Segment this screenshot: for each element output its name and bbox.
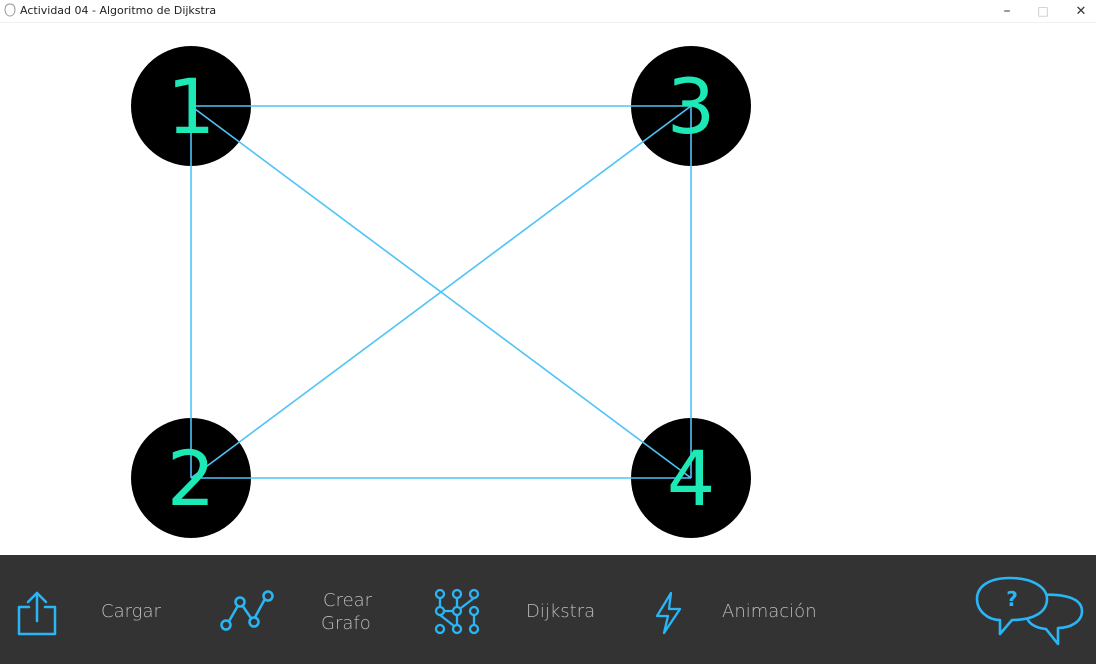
upload-icon bbox=[17, 591, 57, 636]
minimize-button[interactable]: – bbox=[990, 0, 1024, 22]
crear-grafo-button[interactable]: Crear Grafo bbox=[205, 555, 395, 664]
node-label-4: 4 bbox=[667, 434, 715, 523]
node-label-1: 1 bbox=[167, 62, 215, 151]
dijkstra-label: Dijkstra bbox=[526, 601, 596, 622]
cargar-button[interactable]: Cargar bbox=[0, 555, 180, 664]
crear-grafo-label-line2: Grafo bbox=[321, 613, 371, 634]
graph-path-icon bbox=[220, 590, 274, 631]
animacion-button[interactable]: Animación bbox=[640, 555, 840, 664]
close-button[interactable]: ✕ bbox=[1064, 0, 1096, 22]
app-icon bbox=[4, 3, 16, 17]
graph-canvas[interactable]: 1 3 2 4 bbox=[0, 23, 1096, 555]
node-label-2: 2 bbox=[167, 434, 215, 523]
cargar-label: Cargar bbox=[101, 601, 161, 622]
window-title: Actividad 04 - Algoritmo de Dijkstra bbox=[20, 4, 217, 17]
title-bar: Actividad 04 - Algoritmo de Dijkstra – □… bbox=[0, 0, 1096, 23]
animacion-label: Animación bbox=[722, 601, 817, 622]
dijkstra-button[interactable]: Dijkstra bbox=[420, 555, 610, 664]
maximize-button[interactable]: □ bbox=[1026, 0, 1060, 22]
lightning-icon bbox=[655, 591, 682, 635]
bottom-toolbar: Cargar Crear Grafo Dijkstra Animación ? bbox=[0, 555, 1096, 664]
crear-grafo-label-line1: Crear bbox=[323, 590, 373, 611]
help-chat-icon: ? bbox=[975, 576, 1084, 646]
graph-drawing: 1 3 2 4 bbox=[131, 46, 751, 538]
help-button[interactable]: ? bbox=[970, 570, 1090, 650]
help-question-mark: ? bbox=[1006, 587, 1018, 611]
node-grid-icon bbox=[434, 588, 480, 635]
node-label-3: 3 bbox=[667, 62, 715, 151]
